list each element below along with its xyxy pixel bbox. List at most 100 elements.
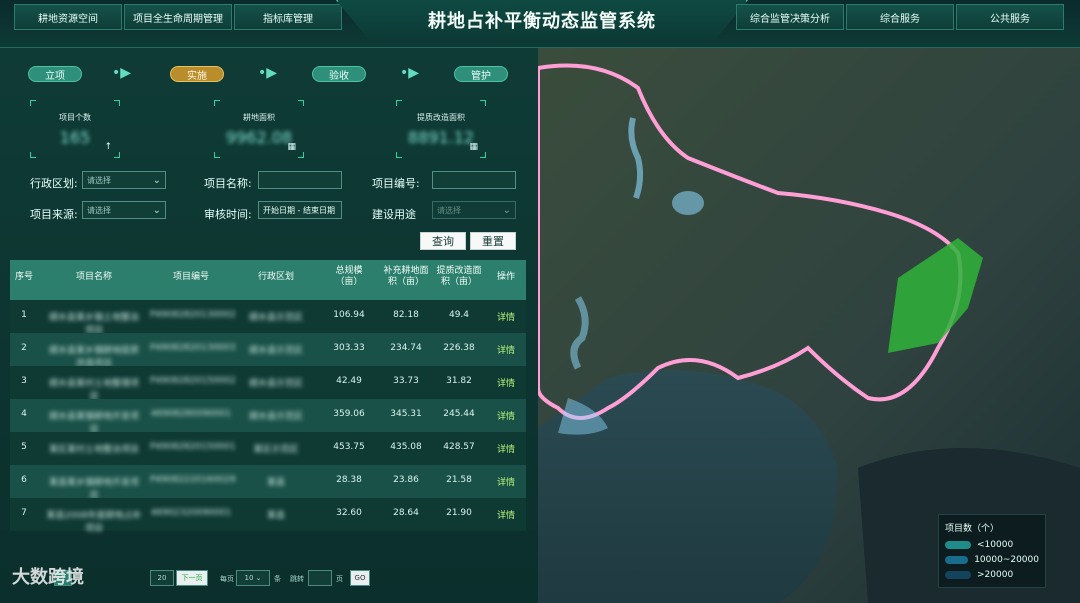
unit-label: 条 [274, 575, 281, 583]
cell-region: 某区示范区 [253, 445, 299, 455]
stage-approval[interactable]: 立项 [28, 66, 82, 82]
source-label: 项目来源: [30, 208, 78, 221]
cell-upgrade: 226.38 [443, 343, 475, 353]
code-input[interactable] [432, 171, 516, 189]
detail-link[interactable]: 详情 [490, 409, 522, 422]
table-row: 4 顺水县某镇耕地开发项目 46908280090001 顺水县示范区 359.… [10, 399, 526, 435]
nav-item-lifecycle[interactable]: 项目全生命周期管理 [124, 4, 232, 30]
cell-region: 某县 [266, 511, 285, 521]
header-upgrade: 提质改造面 积（亩） [436, 266, 482, 287]
table-row: 3 顺水县某村土地整理项目 P49082820150002 顺水县示范区 42.… [10, 366, 526, 402]
cell-upgrade: 245.44 [443, 409, 475, 419]
detail-link[interactable]: 详情 [490, 376, 522, 389]
per-page-value: 10 [244, 574, 254, 582]
stat-cultivated-area: 耕地面积 9962.08 ▦ [214, 100, 304, 158]
cell-code: 46902320090001 [150, 508, 232, 518]
reset-button[interactable]: 重置 [470, 232, 516, 250]
header-no: 序号 [14, 272, 33, 282]
source-select[interactable]: 请选择 ⌄ [82, 201, 166, 219]
cell-total: 28.38 [336, 475, 362, 485]
map-legend: 项目数（个） <10000 10000~20000 >20000 [938, 514, 1046, 588]
nav-left: 耕地资源空间 项目全生命周期管理 指标库管理 [14, 4, 344, 30]
cell-code: 46908280090001 [150, 409, 232, 419]
jump-label: 跳转 [290, 575, 304, 583]
reservoir-center [672, 191, 704, 215]
name-input[interactable] [258, 171, 342, 189]
cell-no: 3 [21, 376, 27, 386]
chevron-down-icon: ⌄ [502, 205, 511, 216]
stage-implementation[interactable]: 实施 [170, 66, 224, 82]
cell-code: P49082820130002 [150, 310, 236, 320]
nav-item-cultivated-space[interactable]: 耕地资源空间 [14, 4, 122, 30]
cell-upgrade: 21.58 [446, 475, 472, 485]
chevron-down-icon: ⌄ [152, 175, 161, 186]
stage-maintenance[interactable]: 管护 [454, 66, 508, 82]
next-page-button[interactable]: 下一页 [176, 570, 208, 586]
date-end: 结束日期 [302, 205, 335, 215]
grid-icon: ▦ [469, 142, 478, 152]
nav-item-decision-analysis[interactable]: 综合监管决策分析 [736, 4, 844, 30]
cell-supplement: 435.08 [390, 442, 422, 452]
left-panel: 立项 •▶ 实施 •▶ 验收 •▶ 管护 项目个数 165 ↑ 耕地面积 996… [0, 48, 538, 603]
cell-region: 顺水县示范区 [248, 346, 303, 356]
page-20[interactable]: 20 [150, 570, 174, 586]
nav-item-integrated-service[interactable]: 综合服务 [846, 4, 954, 30]
cell-total: 106.94 [333, 310, 365, 320]
region-label: 行政区划: [30, 177, 78, 190]
cell-code: P49082820150001 [150, 442, 236, 452]
table-body: 1 顺水县某乡镇土地整治项目 P49082820130002 顺水县示范区 10… [10, 300, 526, 534]
use-placeholder: 请选择 [437, 205, 461, 215]
nav-item-indicator-library[interactable]: 指标库管理 [234, 4, 342, 30]
cell-supplement: 82.18 [393, 310, 419, 320]
table-header: 序号 项目名称 项目编号 行政区划 总规模 （亩） 补充耕地面 积（亩） 提质改… [10, 260, 526, 300]
detail-link[interactable]: 详情 [490, 475, 522, 488]
cell-no: 5 [21, 442, 27, 452]
cell-upgrade: 49.4 [448, 310, 470, 320]
cell-code: P49082220160029 [150, 475, 236, 485]
region-placeholder: 请选择 [87, 175, 111, 185]
stat-label: 提质改造面积 [417, 113, 465, 122]
query-button[interactable]: 查询 [420, 232, 466, 250]
cell-upgrade: 21.90 [446, 508, 472, 518]
chevron-down-icon: ⌄ [253, 574, 262, 582]
map-panel: 项目数（个） <10000 10000~20000 >20000 [538, 48, 1080, 603]
nav-item-public-service[interactable]: 公共服务 [956, 4, 1064, 30]
cell-supplement: 234.74 [390, 343, 422, 353]
arrow-up-icon: ↑ [104, 142, 112, 152]
detail-link[interactable]: 详情 [490, 508, 522, 521]
header-name: 项目名称 [75, 272, 112, 282]
date-range-input[interactable]: 开始日期 - 结束日期 [258, 201, 342, 219]
legend-item: <10000 [945, 540, 1039, 550]
detail-link[interactable]: 详情 [490, 310, 522, 323]
use-select[interactable]: 请选择 ⌄ [432, 201, 516, 219]
cell-code: P49082820130003 [150, 343, 236, 353]
legend-label: >20000 [977, 570, 1014, 580]
pagination: 1 20 下一页 每页 10 ⌄ 条 跳转 页 GO [14, 570, 524, 588]
chevron-down-icon: ⌄ [152, 205, 161, 216]
date-start: 开始日期 [263, 205, 295, 215]
cell-no: 7 [21, 508, 27, 518]
detail-link[interactable]: 详情 [490, 343, 522, 356]
title-box: 耕地占补平衡动态监管系统 [336, 0, 748, 40]
region-select[interactable]: 请选择 ⌄ [82, 171, 166, 189]
per-page-select[interactable]: 10 ⌄ [236, 570, 270, 586]
cell-upgrade: 428.57 [443, 442, 475, 452]
legend-item: >20000 [945, 570, 1039, 580]
go-button[interactable]: GO [350, 570, 370, 586]
header-total: 总规模 （亩） [335, 266, 363, 287]
cell-no: 2 [21, 343, 27, 353]
detail-link[interactable]: 详情 [490, 442, 522, 455]
grid-icon: ▦ [287, 142, 296, 152]
cell-supplement: 33.73 [393, 376, 419, 386]
stage-acceptance[interactable]: 验收 [312, 66, 366, 82]
legend-label: 10000~20000 [974, 555, 1039, 565]
jump-input[interactable] [308, 570, 332, 586]
cell-no: 6 [21, 475, 27, 485]
watermark: 大数跨境 [12, 567, 84, 588]
table-row: 6 某县某乡镇耕地开发项目 P49082220160029 某县 28.38 2… [10, 465, 526, 501]
source-placeholder: 请选择 [87, 205, 111, 215]
cell-region: 顺水县示范区 [248, 313, 303, 323]
table-row: 1 顺水县某乡镇土地整治项目 P49082820130002 顺水县示范区 10… [10, 300, 526, 336]
legend-label: <10000 [977, 540, 1014, 550]
cell-supplement: 345.31 [390, 409, 422, 419]
